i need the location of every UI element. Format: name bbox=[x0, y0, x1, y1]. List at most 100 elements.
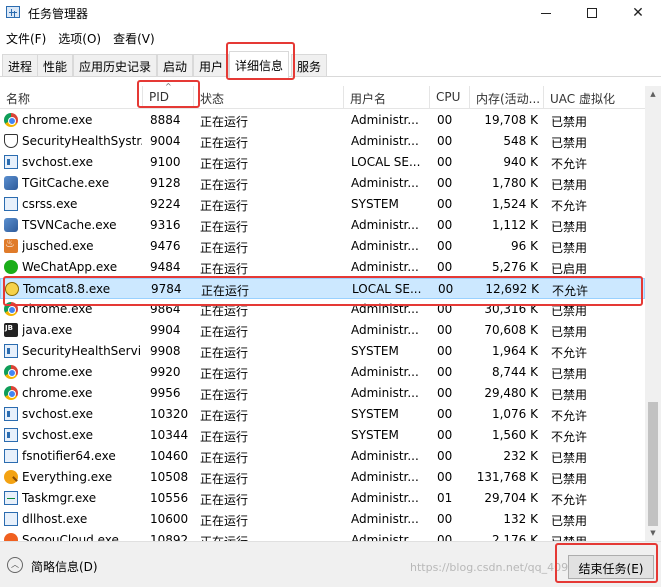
process-name: dllhost.exe bbox=[22, 512, 88, 526]
table-row[interactable]: chrome.exe 9864 正在运行 Administr... 00 30,316 K… bbox=[0, 299, 645, 320]
csrss-icon bbox=[4, 197, 18, 211]
process-uac: 不允许 bbox=[551, 157, 588, 171]
process-name: WeChatApp.exe bbox=[22, 260, 118, 274]
process-name: svchost.exe bbox=[22, 155, 93, 169]
table-row[interactable]: WeChatApp.exe 9484 正在运行 Administr... 00 5,276… bbox=[0, 257, 645, 278]
process-uac: 已禁用 bbox=[551, 178, 588, 192]
process-name: Tomcat8.8.exe bbox=[23, 282, 111, 296]
tab-users[interactable]: 用户 bbox=[193, 54, 230, 76]
table-row[interactable]: TGitCache.exe 9128 正在运行 Administr... 00 1,780… bbox=[0, 173, 645, 194]
end-task-button[interactable]: 结束任务(E) bbox=[568, 555, 654, 579]
scrollbar-thumb[interactable] bbox=[648, 402, 658, 526]
process-cpu: 00 bbox=[437, 512, 453, 526]
process-status: 正在运行 bbox=[200, 325, 249, 339]
scroll-up-icon[interactable]: ▲ bbox=[645, 86, 661, 102]
table-row[interactable]: Everything.exe 10508 正在运行 Administr... 00 131… bbox=[0, 467, 645, 488]
process-uac: 已禁用 bbox=[551, 367, 588, 381]
tab-performance[interactable]: 性能 bbox=[37, 54, 74, 76]
minimize-button[interactable] bbox=[523, 0, 569, 26]
tab-processes[interactable]: 进程 bbox=[2, 54, 39, 76]
process-status: 正在运行 bbox=[200, 304, 249, 318]
table-row[interactable]: svchost.exe 9100 正在运行 LOCAL SE... 00 940 K 不允许 bbox=[0, 152, 645, 173]
svchost-icon bbox=[4, 428, 18, 442]
process-user: Administr... bbox=[351, 134, 419, 148]
process-cpu: 00 bbox=[437, 386, 453, 400]
process-memory: 548 K bbox=[503, 134, 538, 148]
table-row[interactable]: csrss.exe 9224 正在运行 SYSTEM 00 1,524 K 不允许 bbox=[0, 194, 645, 215]
process-uac: 已启用 bbox=[551, 262, 588, 276]
chrome-icon bbox=[4, 302, 18, 316]
process-user: Administr... bbox=[351, 323, 419, 337]
process-cpu: 00 bbox=[437, 113, 453, 127]
process-user: Administr... bbox=[351, 470, 419, 484]
process-pid: 9920 bbox=[150, 365, 181, 379]
task-manager-icon bbox=[6, 6, 20, 18]
process-name: chrome.exe bbox=[22, 302, 93, 316]
process-pid: 9908 bbox=[150, 344, 181, 358]
table-row-selected[interactable]: Tomcat8.8.exe 9784 正在运行 LOCAL SE... 00 12,692… bbox=[0, 278, 645, 299]
table-row[interactable]: svchost.exe 10344 正在运行 SYSTEM 00 1,560 K 不允许 bbox=[0, 425, 645, 446]
maximize-button[interactable] bbox=[569, 0, 615, 26]
process-memory: 1,524 K bbox=[491, 197, 538, 211]
table-row[interactable]: SecurityHealthSystr... 9004 正在运行 Administr.… bbox=[0, 131, 645, 152]
process-pid: 10556 bbox=[150, 491, 189, 505]
table-row[interactable]: SecurityHealthServi... 9908 正在运行 SYSTEM 00 1,… bbox=[0, 341, 645, 362]
table-row[interactable]: SogouCloud.exe 10892 正在运行 Administr... 00 2,1… bbox=[0, 530, 645, 541]
process-pid: 9476 bbox=[150, 239, 181, 253]
column-header-status[interactable]: 状态 bbox=[194, 86, 344, 109]
table-row[interactable]: chrome.exe 9920 正在运行 Administr... 00 8,744 K 已… bbox=[0, 362, 645, 383]
window-title: 任务管理器 bbox=[28, 7, 89, 21]
table-row[interactable]: fsnotifier64.exe 10460 正在运行 Administr... 00 2… bbox=[0, 446, 645, 467]
process-name: chrome.exe bbox=[22, 386, 93, 400]
process-pid: 10320 bbox=[150, 407, 189, 421]
process-cpu: 00 bbox=[437, 407, 453, 421]
tab-services[interactable]: 服务 bbox=[291, 54, 328, 76]
process-name: chrome.exe bbox=[22, 113, 93, 127]
process-uac: 已禁用 bbox=[551, 530, 641, 541]
table-row[interactable]: TSVNCache.exe 9316 正在运行 Administr... 00 1,112… bbox=[0, 215, 645, 236]
process-memory: 131,768 K bbox=[476, 470, 538, 484]
tab-startup[interactable]: 启动 bbox=[157, 54, 194, 76]
close-button[interactable]: ✕ bbox=[615, 0, 661, 26]
table-row[interactable]: chrome.exe 8884 正在运行 Administr... 00 19,708 K… bbox=[0, 110, 645, 131]
process-uac: 不允许 bbox=[551, 430, 588, 444]
fewer-details-link[interactable]: 简略信息(D) bbox=[31, 558, 98, 575]
chevron-up-icon[interactable]: ︿ bbox=[7, 557, 23, 573]
column-header-user[interactable]: 用户名 bbox=[344, 86, 430, 109]
process-memory: 1,560 K bbox=[491, 428, 538, 442]
process-memory: 70,608 K bbox=[484, 323, 538, 337]
menu-file[interactable]: 文件(F) bbox=[0, 27, 52, 49]
column-header-name[interactable]: 名称 bbox=[0, 86, 143, 109]
table-row[interactable]: Taskmgr.exe 10556 正在运行 Administr... 01 29,704… bbox=[0, 488, 645, 509]
process-cpu: 00 bbox=[437, 260, 453, 274]
table-row[interactable]: dllhost.exe 10600 正在运行 Administr... 00 132 K 已… bbox=[0, 509, 645, 530]
column-header-cpu[interactable]: CPU bbox=[430, 86, 470, 109]
process-status: 正在运行 bbox=[200, 493, 249, 507]
process-uac: 不允许 bbox=[551, 346, 588, 360]
process-name: TSVNCache.exe bbox=[22, 218, 117, 232]
table-row[interactable]: chrome.exe 9956 正在运行 Administr... 00 29,480 K… bbox=[0, 383, 645, 404]
vertical-scrollbar[interactable]: ▲ ▼ bbox=[645, 86, 661, 541]
process-user: Administr... bbox=[351, 491, 419, 505]
process-cpu: 00 bbox=[437, 449, 453, 463]
scroll-down-icon[interactable]: ▼ bbox=[645, 525, 661, 541]
process-status: 正在运行 bbox=[200, 430, 249, 444]
minimize-icon bbox=[541, 12, 551, 14]
process-user: Administr... bbox=[351, 113, 419, 127]
table-row[interactable]: jusched.exe 9476 正在运行 Administr... 00 96 K 已禁用 bbox=[0, 236, 645, 257]
process-name: SecurityHealthSystr... bbox=[22, 134, 142, 148]
taskmgr-icon bbox=[4, 491, 18, 505]
tab-app-history[interactable]: 应用历史记录 bbox=[73, 54, 158, 76]
column-header-memory[interactable]: 内存(活动... bbox=[470, 86, 544, 109]
process-status: 正在运行 bbox=[200, 220, 249, 234]
table-row[interactable]: svchost.exe 10320 正在运行 SYSTEM 00 1,076 K 不允许 bbox=[0, 404, 645, 425]
process-status: 正在运行 bbox=[200, 178, 249, 192]
tab-details[interactable]: 详细信息 bbox=[229, 51, 290, 78]
process-cpu: 00 bbox=[437, 218, 453, 232]
table-row[interactable]: java.exe 9904 正在运行 Administr... 00 70,608 K 已禁… bbox=[0, 320, 645, 341]
process-cpu: 00 bbox=[437, 344, 453, 358]
process-memory: 30,316 K bbox=[484, 302, 538, 316]
menu-options[interactable]: 选项(O) bbox=[52, 27, 107, 49]
menu-view[interactable]: 查看(V) bbox=[107, 27, 161, 49]
column-header-uac[interactable]: UAC 虚拟化 bbox=[544, 86, 645, 109]
